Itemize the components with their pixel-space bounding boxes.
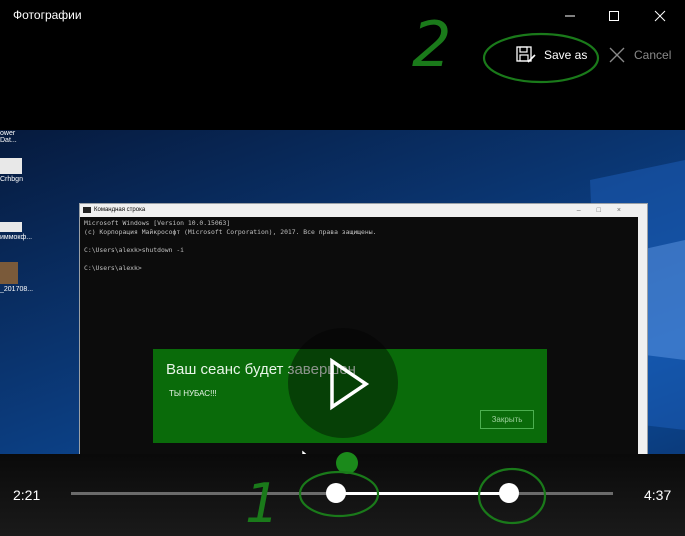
desktop-background: ower Dat... Crhbgn иммокф... _201708... … — [0, 130, 685, 454]
video-preview[interactable]: ower Dat... Crhbgn иммокф... _201708... … — [0, 78, 685, 454]
desktop-icon[interactable]: Crhbgn — [0, 158, 28, 183]
cmd-icon — [83, 207, 91, 213]
annotation-marker-1: 1 — [245, 472, 280, 535]
save-icon — [516, 46, 536, 63]
dialog-message: ТЫ НУБАС!!! — [169, 389, 217, 398]
desktop-icon[interactable]: ower Dat... — [0, 130, 28, 144]
minimize-icon — [565, 15, 575, 16]
cmd-window-controls-icon: –□× — [576, 207, 637, 214]
playhead-marker[interactable] — [336, 452, 358, 474]
file-icon — [0, 222, 22, 232]
desktop-icon[interactable]: _201708... — [0, 262, 33, 293]
annotation-marker-2: 2 — [412, 8, 452, 81]
save-as-button[interactable]: Save as — [516, 43, 587, 67]
maximize-icon — [609, 10, 619, 21]
trim-start-handle[interactable] — [326, 483, 346, 503]
cancel-button[interactable]: Cancel — [608, 43, 671, 67]
desktop-icon[interactable]: иммокф... — [0, 222, 32, 241]
save-as-label: Save as — [544, 48, 588, 62]
close-icon — [654, 10, 666, 21]
trim-end-handle[interactable] — [499, 483, 519, 503]
cancel-label: Cancel — [634, 48, 672, 62]
file-icon — [0, 158, 22, 174]
play-button[interactable] — [288, 328, 398, 438]
dialog-close-button[interactable]: Закрыть — [480, 410, 534, 429]
cmd-scrollbar[interactable] — [638, 217, 647, 454]
close-button[interactable] — [637, 0, 683, 31]
play-icon — [330, 357, 370, 411]
timeline-selection — [336, 492, 509, 495]
app-title: Фотографии — [13, 8, 82, 22]
cmd-titlebar: Командная строка –□× — [80, 204, 647, 217]
minimize-button[interactable] — [547, 0, 593, 31]
title-bar: Фотографии — [0, 0, 685, 31]
editor-toolbar: Save as Cancel — [0, 31, 685, 78]
trim-end-time: 4:37 — [644, 487, 672, 503]
image-thumbnail-icon — [0, 262, 18, 284]
trim-start-time: 2:21 — [13, 487, 41, 503]
cmd-output: Microsoft Windows [Version 10.0.15063] (c… — [84, 219, 377, 272]
cancel-icon — [609, 47, 625, 63]
maximize-button[interactable] — [591, 0, 637, 31]
